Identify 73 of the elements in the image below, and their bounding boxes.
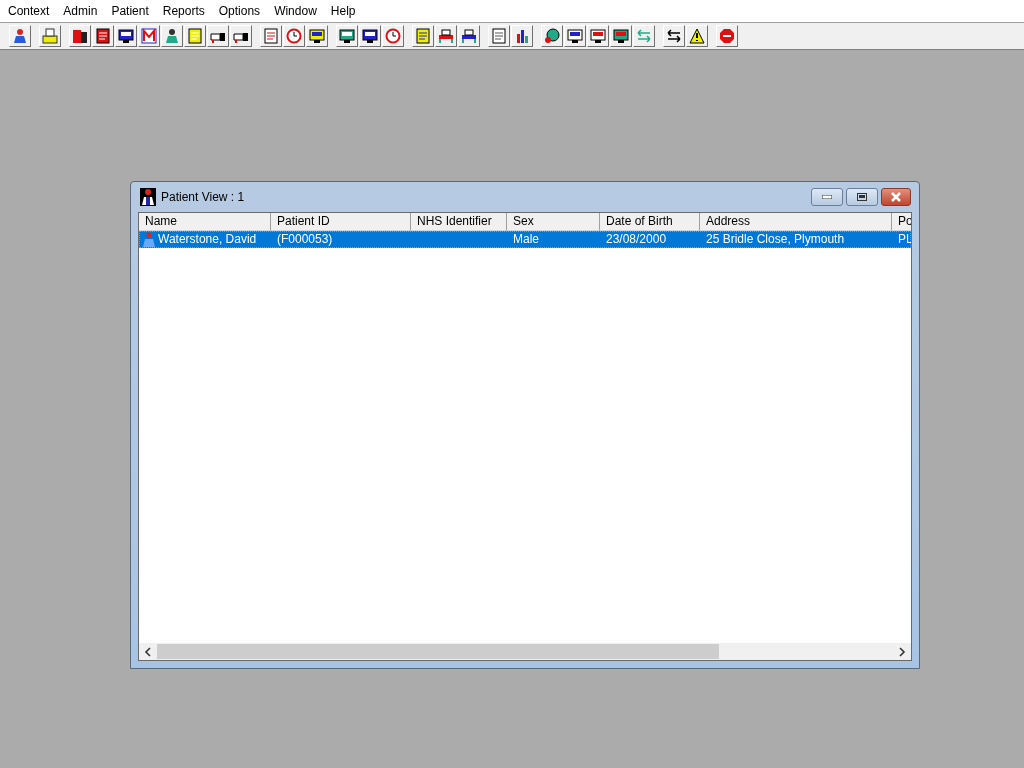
maximize-button[interactable] bbox=[846, 188, 878, 206]
toolbar-button[interactable] bbox=[458, 25, 480, 47]
toolbar-button[interactable] bbox=[161, 25, 183, 47]
toolbar-button[interactable] bbox=[39, 25, 61, 47]
close-button[interactable] bbox=[881, 188, 911, 206]
menu-item[interactable]: Admin bbox=[56, 4, 105, 18]
clock-icon bbox=[385, 28, 401, 44]
note-icon bbox=[187, 28, 203, 44]
person-icon bbox=[164, 28, 180, 44]
toolbar-button[interactable] bbox=[435, 25, 457, 47]
warning-icon bbox=[689, 28, 705, 44]
letter-m-icon bbox=[141, 28, 157, 44]
toolbar-button[interactable] bbox=[306, 25, 328, 47]
table-cell: 23/08/2000 bbox=[606, 231, 667, 248]
screen-icon bbox=[118, 28, 134, 44]
maximize-icon bbox=[857, 193, 867, 201]
column-header[interactable]: Patient ID bbox=[271, 213, 411, 231]
screen-icon bbox=[309, 28, 325, 44]
table-cell: Male bbox=[513, 231, 539, 248]
toolbar-button[interactable] bbox=[610, 25, 632, 47]
toolbar-button[interactable] bbox=[69, 25, 91, 47]
menu-item[interactable]: Options bbox=[211, 4, 268, 18]
toolbar-button[interactable] bbox=[663, 25, 685, 47]
minimize-button[interactable] bbox=[811, 188, 843, 206]
stop-icon bbox=[719, 28, 735, 44]
column-header[interactable]: Address bbox=[700, 213, 892, 231]
menu-item[interactable]: Patient bbox=[104, 4, 156, 18]
horizontal-scrollbar[interactable] bbox=[139, 643, 911, 660]
bar-chart-icon bbox=[514, 28, 530, 44]
screen-icon bbox=[613, 28, 629, 44]
toolbar-button[interactable] bbox=[92, 25, 114, 47]
toolbar-button[interactable] bbox=[511, 25, 533, 47]
table-cell: 25 Bridle Close, Plymouth bbox=[706, 231, 845, 248]
bed-icon bbox=[461, 28, 477, 44]
toolbar-button[interactable] bbox=[359, 25, 381, 47]
toolbar-button[interactable] bbox=[336, 25, 358, 47]
arrows-icon bbox=[666, 28, 682, 44]
menu-item[interactable]: Reports bbox=[155, 4, 212, 18]
column-header[interactable]: Date of Birth bbox=[600, 213, 700, 231]
screen-icon bbox=[339, 28, 355, 44]
window-title: Patient View : 1 bbox=[161, 190, 246, 204]
minimize-icon bbox=[822, 195, 832, 199]
bed-icon bbox=[438, 28, 454, 44]
toolbar-button[interactable] bbox=[230, 25, 252, 47]
person-icon bbox=[12, 28, 28, 44]
table-cell: Waterstone, David bbox=[158, 231, 257, 248]
scrollbar-thumb[interactable] bbox=[157, 644, 719, 659]
menu-item[interactable]: Context bbox=[1, 4, 57, 18]
menu-item[interactable]: Window bbox=[267, 4, 324, 18]
menu-item[interactable]: Help bbox=[323, 4, 363, 18]
toolbar-button[interactable] bbox=[207, 25, 229, 47]
toolbar-button[interactable] bbox=[587, 25, 609, 47]
person-icon bbox=[140, 188, 156, 206]
toolbar-button[interactable] bbox=[686, 25, 708, 47]
arrows-icon bbox=[636, 28, 652, 44]
toolbar-button[interactable] bbox=[115, 25, 137, 47]
person-icon bbox=[142, 231, 156, 248]
printer-icon bbox=[42, 28, 58, 44]
screen-icon bbox=[590, 28, 606, 44]
close-icon bbox=[890, 192, 902, 202]
scroll-right-icon[interactable] bbox=[898, 646, 906, 657]
note-icon bbox=[415, 28, 431, 44]
clock-icon bbox=[286, 28, 302, 44]
toolbar-button[interactable] bbox=[541, 25, 563, 47]
column-header[interactable]: Sex bbox=[507, 213, 600, 231]
column-header[interactable]: Name bbox=[139, 213, 271, 231]
table-cell: (F000053) bbox=[277, 231, 333, 248]
scroll-left-icon[interactable] bbox=[144, 646, 152, 657]
screen-icon bbox=[567, 28, 583, 44]
toolbar-button[interactable] bbox=[564, 25, 586, 47]
document-icon bbox=[491, 28, 507, 44]
column-header[interactable]: NHS Identifier bbox=[411, 213, 507, 231]
screen-icon bbox=[362, 28, 378, 44]
